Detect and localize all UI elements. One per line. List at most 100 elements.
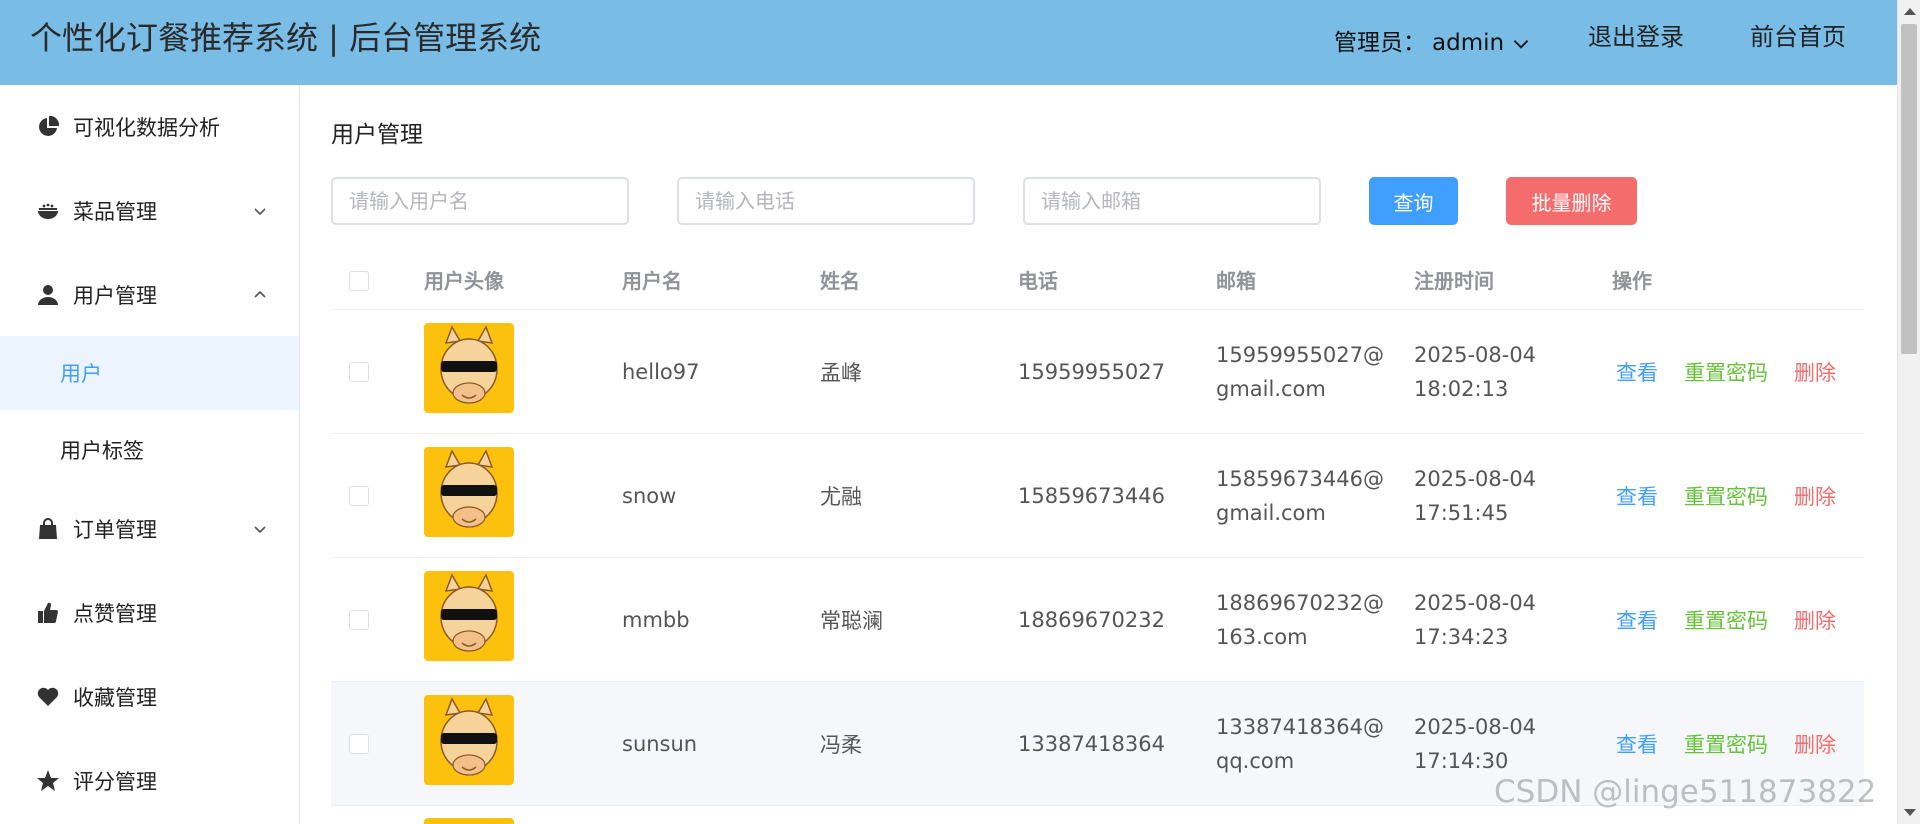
admin-name: admin (1432, 29, 1505, 56)
email-line: qq.com (1216, 749, 1295, 773)
column-header-phone: 电话 (1018, 269, 1058, 293)
sidebar-item-label: 点赞管理 (73, 602, 157, 626)
view-button[interactable]: 查看 (1616, 729, 1658, 759)
email-search-input[interactable] (1023, 177, 1321, 225)
table-row: snow 尤融 15859673446 15859673446@ gmail.c… (331, 434, 1864, 558)
view-button[interactable]: 查看 (1616, 481, 1658, 511)
select-all-checkbox[interactable] (349, 271, 369, 291)
sidebar-item-label: 订单管理 (73, 518, 157, 542)
delete-button[interactable]: 删除 (1794, 729, 1836, 759)
register-date: 2025-08-04 (1414, 467, 1537, 491)
scrollbar-thumb[interactable] (1901, 24, 1917, 354)
view-button[interactable]: 查看 (1616, 605, 1658, 635)
page-scrollbar[interactable] (1897, 0, 1920, 824)
sidebar-item-label: 菜品管理 (73, 200, 157, 224)
next-row-avatar-peek (424, 818, 514, 824)
email-line: 163.com (1216, 625, 1308, 649)
cell-phone: 13387418364 (1018, 731, 1165, 756)
delete-button[interactable]: 删除 (1794, 605, 1836, 635)
row-checkbox[interactable] (349, 486, 369, 506)
register-time: 17:51:45 (1414, 501, 1509, 525)
sidebar-item-order-management[interactable]: 订单管理 (0, 499, 299, 559)
scroll-up-arrow-icon[interactable] (1904, 8, 1916, 15)
column-header-name: 姓名 (820, 269, 860, 293)
username-search-input[interactable] (331, 177, 629, 225)
user-avatar (424, 447, 514, 537)
page-title: 用户管理 (331, 122, 423, 148)
query-button[interactable]: 查询 (1369, 177, 1458, 225)
sidebar-subitem-user-tags[interactable]: 用户标签 (0, 413, 299, 487)
user-icon (38, 285, 58, 305)
thumbs-up-icon (38, 602, 58, 623)
reset-password-button[interactable]: 重置密码 (1684, 357, 1768, 387)
sidebar-subitem-users[interactable]: 用户 (0, 336, 299, 410)
reset-password-button[interactable]: 重置密码 (1684, 729, 1768, 759)
sidebar-item-dish-management[interactable]: 菜品管理 (0, 181, 299, 241)
cell-register-time: 2025-08-04 17:34:23 (1414, 586, 1536, 654)
cell-register-time: 2025-08-04 17:51:45 (1414, 462, 1536, 530)
sidebar-subitem-label: 用户标签 (60, 439, 144, 463)
cell-name: 常聪澜 (820, 608, 883, 633)
chevron-down-icon (254, 526, 266, 534)
sidebar-item-data-analysis[interactable]: 可视化数据分析 (0, 97, 299, 157)
cell-register-time: 2025-08-04 18:02:13 (1414, 338, 1536, 406)
table-row: hello97 孟峰 15959955027 15959955027@ gmai… (331, 310, 1864, 434)
register-time: 17:34:23 (1414, 625, 1509, 649)
cell-email: 13387418364@ qq.com (1216, 710, 1384, 778)
sidebar-item-label: 用户管理 (73, 284, 157, 308)
column-header-username: 用户名 (622, 269, 682, 293)
cell-phone: 15959955027 (1018, 359, 1165, 384)
sidebar-subitem-label: 用户 (60, 362, 102, 386)
cell-name: 尤融 (820, 484, 862, 509)
email-line: 18869670232@ (1216, 591, 1384, 615)
table-header: 用户头像 用户名 姓名 电话 邮箱 注册时间 操作 (331, 252, 1864, 310)
register-date: 2025-08-04 (1414, 715, 1537, 739)
admin-label: 管理员： (1334, 29, 1426, 56)
admin-dropdown[interactable]: 管理员： admin (1334, 0, 1532, 85)
cell-register-time: 2025-08-04 17:14:30 (1414, 710, 1536, 778)
sidebar: 可视化数据分析 菜品管理 用户管理 用户 用户标签 订单管理 点赞管理 收藏管理… (0, 85, 300, 824)
star-icon (37, 770, 59, 791)
chevron-down-icon (254, 208, 266, 216)
app-title: 个性化订餐推荐系统 | 后台管理系统 (30, 19, 542, 57)
chevron-down-icon (1513, 39, 1529, 49)
reset-password-button[interactable]: 重置密码 (1684, 605, 1768, 635)
pie-chart-icon (39, 115, 60, 136)
cell-username: hello97 (622, 359, 700, 384)
watermark: CSDN @linge511873822 (1494, 774, 1877, 810)
sidebar-item-rating-management[interactable]: 评分管理 (0, 751, 299, 811)
register-time: 17:14:30 (1414, 749, 1509, 773)
user-table: 用户头像 用户名 姓名 电话 邮箱 注册时间 操作 hello97 孟峰 159… (331, 252, 1864, 806)
row-checkbox[interactable] (349, 610, 369, 630)
cell-phone: 18869670232 (1018, 607, 1165, 632)
chevron-up-icon (254, 290, 266, 298)
logout-link[interactable]: 退出登录 (1588, 0, 1684, 74)
reset-password-button[interactable]: 重置密码 (1684, 481, 1768, 511)
cell-phone: 15859673446 (1018, 483, 1165, 508)
user-avatar (424, 695, 514, 785)
column-header-actions: 操作 (1612, 269, 1652, 293)
frontend-home-link[interactable]: 前台首页 (1750, 0, 1846, 74)
row-checkbox[interactable] (349, 734, 369, 754)
email-line: 13387418364@ (1216, 715, 1384, 739)
heart-icon (37, 687, 59, 706)
email-line: 15859673446@ (1216, 467, 1384, 491)
cell-email: 18869670232@ 163.com (1216, 586, 1384, 654)
sidebar-item-user-management[interactable]: 用户管理 (0, 265, 299, 325)
sidebar-item-like-management[interactable]: 点赞管理 (0, 583, 299, 643)
phone-search-input[interactable] (677, 177, 975, 225)
scroll-down-arrow-icon[interactable] (1904, 809, 1916, 816)
user-avatar (424, 571, 514, 661)
view-button[interactable]: 查看 (1616, 357, 1658, 387)
delete-button[interactable]: 删除 (1794, 357, 1836, 387)
sidebar-item-favorite-management[interactable]: 收藏管理 (0, 667, 299, 727)
batch-delete-button[interactable]: 批量删除 (1506, 177, 1637, 225)
delete-button[interactable]: 删除 (1794, 481, 1836, 511)
register-date: 2025-08-04 (1414, 591, 1537, 615)
shopping-bag-icon (39, 518, 57, 539)
cell-name: 孟峰 (820, 360, 862, 385)
sidebar-item-label: 评分管理 (73, 770, 157, 794)
user-avatar (424, 323, 514, 413)
cell-username: mmbb (622, 607, 690, 632)
row-checkbox[interactable] (349, 362, 369, 382)
